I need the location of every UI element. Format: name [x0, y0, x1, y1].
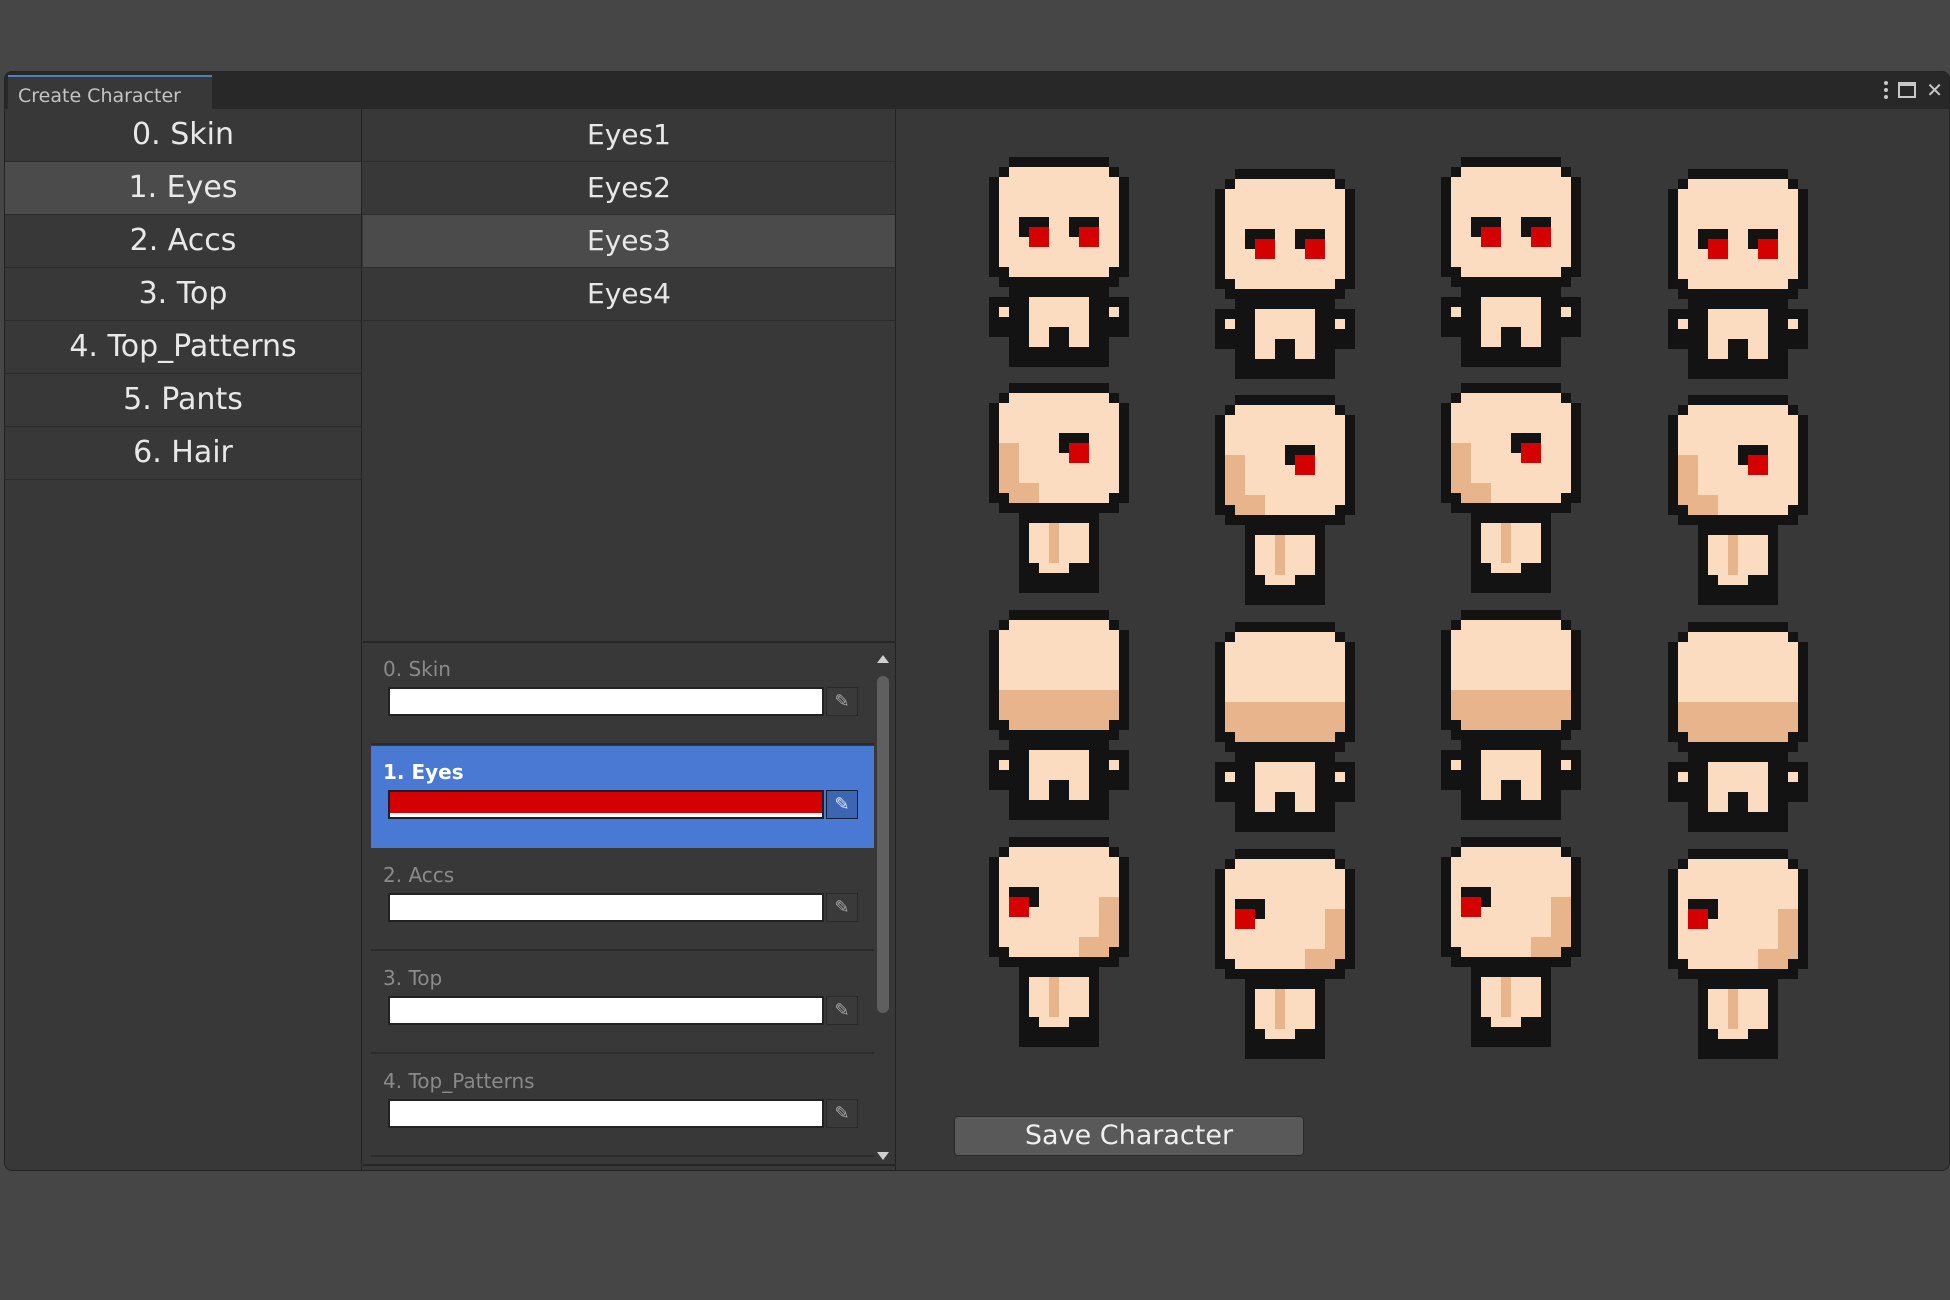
sprite-frame-up-3 [1441, 610, 1583, 828]
title-bar: Create Character ✕ [5, 72, 1949, 109]
sprite-frame-down-4 [1668, 169, 1810, 387]
sprite-frame-up-4 [1668, 622, 1810, 840]
sprite-frame-right-1 [989, 383, 1131, 601]
create-character-window: Create Character ✕ 0. Skin 1. Eyes 2. Ac… [4, 71, 1950, 1171]
window-controls: ✕ [1882, 76, 1943, 104]
window-tab[interactable]: Create Character [8, 75, 212, 109]
scroll-down-icon[interactable] [877, 1152, 889, 1160]
kebab-menu-icon[interactable] [1882, 79, 1889, 101]
sprite-frame-left-1 [989, 837, 1131, 1055]
category-list: 0. Skin 1. Eyes 2. Accs 3. Top 4. Top_Pa… [5, 109, 362, 1170]
color-row-label: 1. Eyes [383, 760, 464, 784]
maximize-icon[interactable] [1898, 82, 1917, 98]
color-row-eyes[interactable]: 1. Eyes ✎ [371, 746, 874, 848]
options-pane: Eyes1 Eyes2 Eyes3 Eyes4 0. Skin ✎ 1. Eye… [363, 109, 896, 1170]
sprite-frame-right-2 [1215, 395, 1357, 613]
color-swatch[interactable] [388, 996, 824, 1025]
category-item-eyes[interactable]: 1. Eyes [5, 162, 361, 215]
category-item-top[interactable]: 3. Top [5, 268, 361, 321]
category-item-pants[interactable]: 5. Pants [5, 374, 361, 427]
color-row-label: 4. Top_Patterns [383, 1069, 535, 1093]
option-item-eyes1[interactable]: Eyes1 [363, 109, 895, 162]
sprite-frame-left-4 [1668, 849, 1810, 1067]
eyedropper-icon[interactable]: ✎ [826, 996, 858, 1025]
sprite-frame-right-3 [1441, 383, 1583, 601]
category-item-skin[interactable]: 0. Skin [5, 109, 361, 162]
eyedropper-icon[interactable]: ✎ [826, 687, 858, 716]
color-swatch[interactable] [388, 687, 824, 716]
color-row-top-patterns[interactable]: 4. Top_Patterns ✎ [371, 1055, 874, 1157]
color-swatch[interactable] [388, 1099, 824, 1128]
scrollbar-thumb[interactable] [877, 676, 889, 1013]
close-icon[interactable]: ✕ [1926, 76, 1943, 104]
category-item-top-patterns[interactable]: 4. Top_Patterns [5, 321, 361, 374]
color-row-accs[interactable]: 2. Accs ✎ [371, 849, 874, 951]
sprite-frame-left-3 [1441, 837, 1583, 1055]
color-row-label: 0. Skin [383, 657, 451, 681]
color-row-skin[interactable]: 0. Skin ✎ [371, 643, 874, 745]
eyedropper-icon[interactable]: ✎ [826, 1099, 858, 1128]
save-character-button[interactable]: Save Character [954, 1116, 1304, 1156]
scroll-up-icon[interactable] [877, 655, 889, 663]
sprite-frame-up-1 [989, 610, 1131, 828]
sprite-frame-left-2 [1215, 849, 1357, 1067]
option-item-eyes3[interactable]: Eyes3 [363, 215, 895, 268]
sprite-frame-down-2 [1215, 169, 1357, 387]
category-item-accs[interactable]: 2. Accs [5, 215, 361, 268]
character-preview: Save Character [897, 109, 1949, 1170]
category-item-hair[interactable]: 6. Hair [5, 427, 361, 480]
vertical-scrollbar[interactable] [874, 643, 892, 1164]
sprite-frame-up-2 [1215, 622, 1357, 840]
layer-colors-list: 0. Skin ✎ 1. Eyes ✎ 2. Accs ✎ 3. Top ✎ 4… [363, 641, 896, 1166]
eyedropper-icon[interactable]: ✎ [826, 790, 858, 819]
color-row-top[interactable]: 3. Top ✎ [371, 952, 874, 1054]
option-item-eyes4[interactable]: Eyes4 [363, 268, 895, 321]
eyedropper-icon[interactable]: ✎ [826, 893, 858, 922]
color-row-label: 3. Top [383, 966, 443, 990]
option-item-eyes2[interactable]: Eyes2 [363, 162, 895, 215]
sprite-frame-down-3 [1441, 157, 1583, 375]
color-row-label: 2. Accs [383, 863, 455, 887]
sprite-frame-right-4 [1668, 395, 1810, 613]
sprite-frame-down-1 [989, 157, 1131, 375]
color-swatch[interactable] [388, 790, 824, 819]
color-swatch[interactable] [388, 893, 824, 922]
